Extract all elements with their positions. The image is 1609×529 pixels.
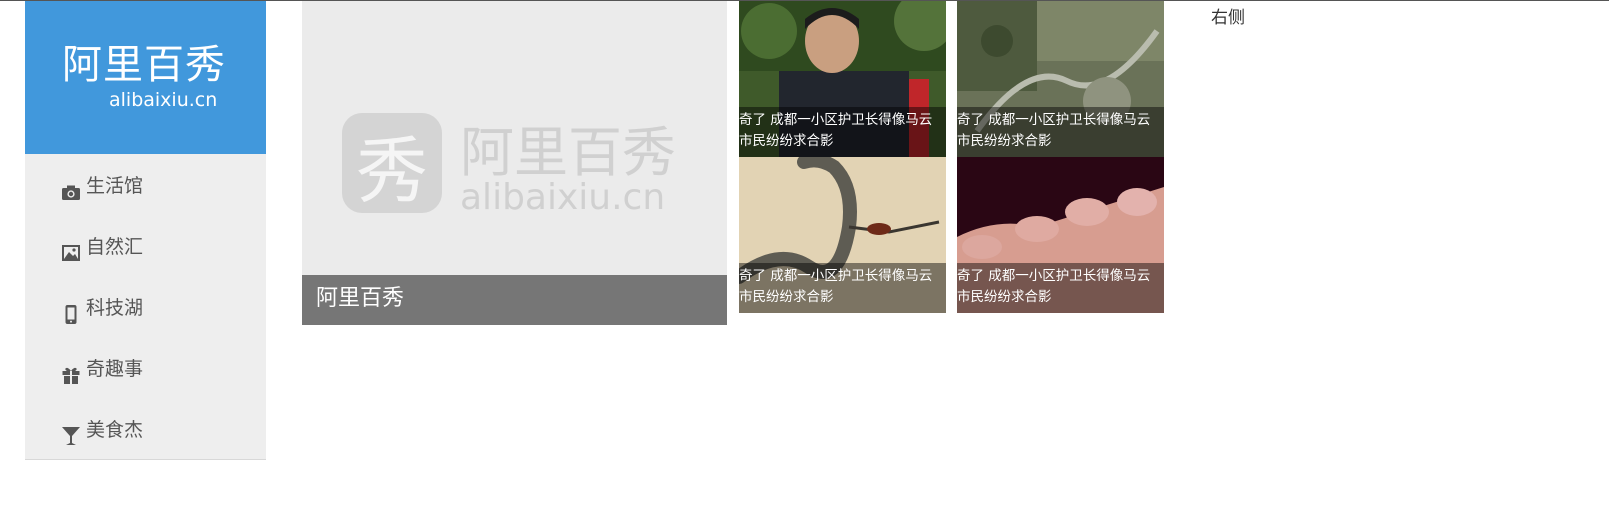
placeholder-logo-cn: 阿里百秀 (460, 121, 676, 184)
thumb-caption: 奇了 成都一小区护卫长得像马云 市民纷纷求合影 (739, 107, 946, 157)
sidebar-item-label: 美食杰 (86, 419, 144, 441)
logo-text-cn: 阿里百秀 (62, 42, 226, 88)
sidebar-nav: 生活馆 自然汇 科技湖 奇趣事 美食杰 (25, 154, 266, 459)
picture-icon (62, 245, 80, 261)
placeholder-logo-image: 秀 阿里百秀 alibaixiu.cn (342, 113, 676, 218)
right-column-label: 右侧 (1211, 8, 1245, 28)
thumb-caption-text: 奇了 成都一小区护卫长得像马云 市民纷纷求合影 (957, 268, 1151, 305)
sidebar-item-tech[interactable]: 科技湖 (25, 276, 266, 337)
thumb-caption: 奇了 成都一小区护卫长得像马云 市民纷纷求合影 (957, 263, 1164, 313)
sidebar-item-label: 自然汇 (86, 236, 144, 258)
news-thumb-3[interactable]: 奇了 成都一小区护卫长得像马云 市民纷纷求合影 (739, 157, 946, 313)
sidebar-item-label: 生活馆 (86, 175, 144, 197)
featured-caption-text: 阿里百秀 (316, 286, 405, 311)
sidebar: 阿里百秀 alibaixiu.cn 生活馆 自然汇 科技湖 奇趣事 美食杰 (25, 1, 266, 460)
featured-slide[interactable]: 秀 阿里百秀 alibaixiu.cn 阿里百秀 (302, 1, 727, 325)
sidebar-item-label: 奇趣事 (86, 358, 144, 380)
news-thumb-4[interactable]: 奇了 成都一小区护卫长得像马云 市民纷纷求合影 (957, 157, 1164, 313)
featured-caption: 阿里百秀 (302, 275, 727, 325)
placeholder-logo-en: alibaixiu.cn (460, 177, 665, 218)
mobile-phone-icon (65, 305, 77, 324)
thumb-caption-text: 奇了 成都一小区护卫长得像马云 市民纷纷求合影 (739, 112, 933, 149)
logo-text-en: alibaixiu.cn (109, 89, 218, 111)
thumb-caption-text: 奇了 成都一小区护卫长得像马云 市民纷纷求合影 (739, 268, 933, 305)
thumb-caption: 奇了 成都一小区护卫长得像马云 市民纷纷求合影 (739, 263, 946, 313)
camera-icon (62, 185, 80, 200)
thumb-caption: 奇了 成都一小区护卫长得像马云 市民纷纷求合影 (957, 107, 1164, 157)
sidebar-item-label: 科技湖 (86, 297, 144, 319)
news-thumb-2[interactable]: 奇了 成都一小区护卫长得像马云 市民纷纷求合影 (957, 1, 1164, 157)
news-thumb-1[interactable]: 奇了 成都一小区护卫长得像马云 市民纷纷求合影 (739, 1, 946, 157)
cocktail-glass-icon (62, 427, 80, 445)
sidebar-item-life[interactable]: 生活馆 (25, 154, 266, 215)
gift-icon (62, 367, 80, 384)
sidebar-item-nature[interactable]: 自然汇 (25, 215, 266, 276)
sidebar-item-fun[interactable]: 奇趣事 (25, 337, 266, 398)
thumb-caption-text: 奇了 成都一小区护卫长得像马云 市民纷纷求合影 (957, 112, 1151, 149)
sidebar-item-food[interactable]: 美食杰 (25, 398, 266, 459)
placeholder-logo-glyph: 秀 (356, 129, 428, 213)
site-logo[interactable]: 阿里百秀 alibaixiu.cn (25, 1, 266, 154)
